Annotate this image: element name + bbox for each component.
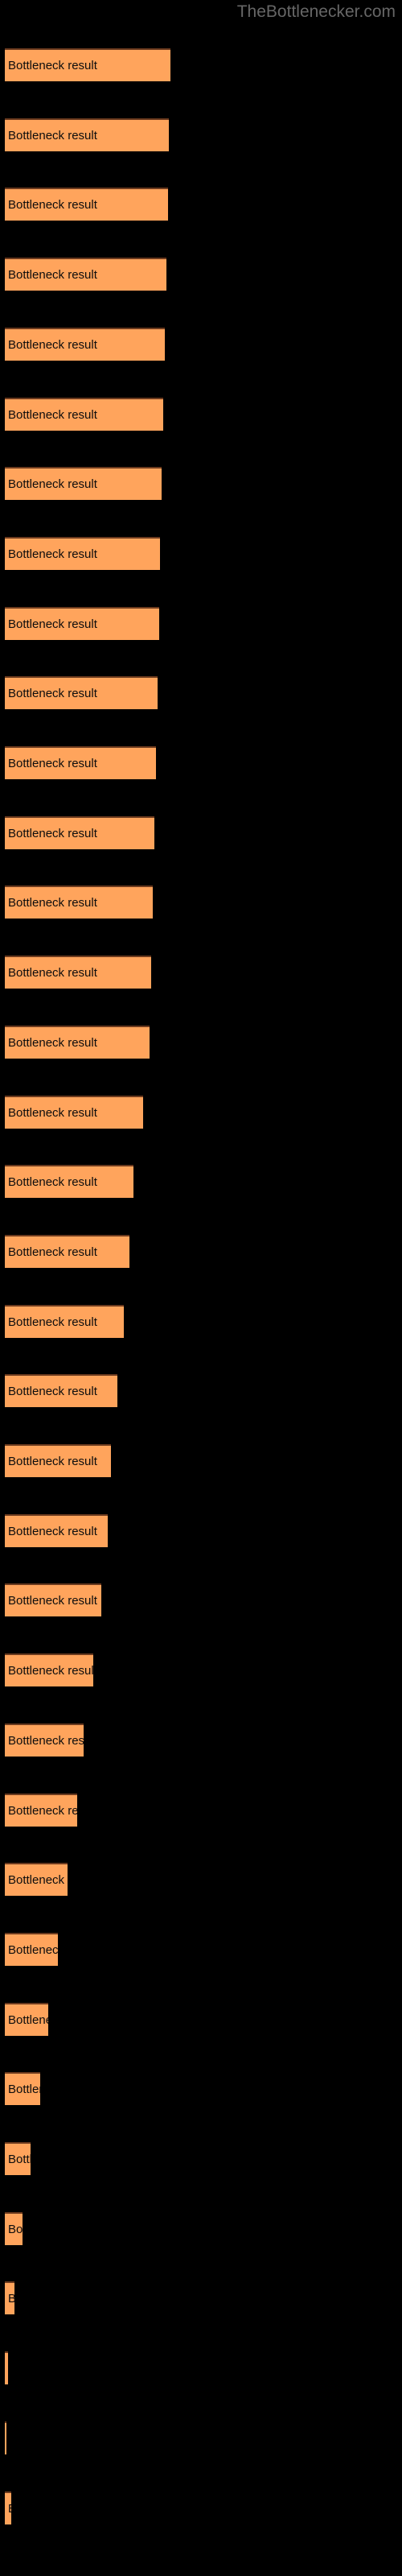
- bar-label: Bottleneck result: [8, 407, 97, 422]
- bar[interactable]: Bottleneck result: [5, 1444, 111, 1477]
- bar[interactable]: Bottleneck result: [5, 2421, 6, 2454]
- bar-label: Bottleneck result: [8, 547, 97, 561]
- bar-label: Bottleneck result: [8, 1175, 97, 1190]
- bar[interactable]: Bottleneck result: [5, 1234, 129, 1268]
- bar[interactable]: Bottleneck result: [5, 676, 158, 710]
- bar[interactable]: Bottleneck result: [5, 1653, 93, 1687]
- bar[interactable]: Bottleneck result: [5, 118, 169, 151]
- bar[interactable]: Bottleneck result: [5, 397, 163, 431]
- bar-label: Bottleneck result: [8, 1035, 97, 1050]
- bar[interactable]: Bottleneck result: [5, 467, 162, 501]
- bar-label: Bottleneck result: [8, 2013, 48, 2027]
- bar-label: Bottleneck result: [8, 1245, 97, 1259]
- bar-label: Bottleneck result: [8, 128, 97, 142]
- bar[interactable]: Bottleneck result: [5, 1583, 101, 1617]
- bar[interactable]: Bottleneck result: [5, 1723, 84, 1757]
- bar[interactable]: Bottleneck result: [5, 1863, 68, 1897]
- bar[interactable]: Bottleneck result: [5, 886, 153, 919]
- bar[interactable]: Bottleneck result: [5, 1793, 77, 1827]
- bar[interactable]: Bottleneck result: [5, 1304, 124, 1338]
- bar[interactable]: Bottleneck result: [5, 1095, 143, 1129]
- bar-label: Bottleneck result: [8, 337, 97, 352]
- bar[interactable]: Bottleneck result: [5, 1374, 117, 1408]
- bar[interactable]: Bottleneck result: [5, 815, 154, 849]
- bar-label: Bottleneck result: [8, 198, 97, 213]
- bar[interactable]: Bottleneck result: [5, 956, 151, 989]
- bar-label: Bottleneck result: [8, 896, 97, 910]
- bar-label: Bottleneck result: [8, 1594, 97, 1608]
- bar[interactable]: Bottleneck result: [5, 1513, 108, 1547]
- bar[interactable]: Bottleneck result: [5, 2211, 23, 2245]
- bar-label: Bottleneck result: [8, 477, 97, 492]
- bar-label: Bottleneck result: [8, 1733, 84, 1748]
- bar-label: Bottleneck result: [8, 1105, 97, 1120]
- bar-label: Bottleneck result: [8, 757, 97, 770]
- bar[interactable]: Bottleneck result: [5, 2281, 14, 2315]
- bar[interactable]: Bottleneck result: [5, 1165, 133, 1199]
- bar-label: Bottleneck result: [8, 1524, 97, 1538]
- bar[interactable]: Bottleneck result: [5, 606, 159, 640]
- bar-label: Bottleneck result: [8, 1385, 97, 1399]
- bar[interactable]: Bottleneck result: [5, 746, 156, 779]
- bar-label: Bottleneck result: [8, 1803, 77, 1818]
- bar[interactable]: Bottleneck result: [5, 2351, 8, 2385]
- bar-label: Bottleneck result: [8, 1664, 93, 1678]
- bar[interactable]: Bottleneck result: [5, 1932, 58, 1966]
- bar[interactable]: Bottleneck result: [5, 2002, 48, 2036]
- bar-label: Bottleneck result: [8, 2493, 11, 2524]
- bar[interactable]: Bottleneck result: [5, 48, 170, 81]
- bar-label: Bottleneck result: [8, 2283, 14, 2314]
- bar-label: Bottleneck result: [8, 268, 97, 283]
- bar[interactable]: Bottleneck result: [5, 327, 165, 361]
- bar[interactable]: Bottleneck result: [5, 258, 166, 291]
- bar[interactable]: Bottleneck result: [5, 2142, 31, 2175]
- bar-label: Bottleneck result: [8, 1315, 97, 1329]
- bar[interactable]: Bottleneck result: [5, 2491, 11, 2524]
- bar[interactable]: Bottleneck result: [5, 536, 160, 570]
- bar[interactable]: Bottleneck result: [5, 188, 168, 221]
- bar-label: Bottleneck result: [8, 2222, 23, 2236]
- bar-label: Bottleneck result: [8, 966, 97, 980]
- bar-label: Bottleneck result: [8, 2153, 31, 2166]
- bottleneck-bar-chart: Bottleneck result Bottleneck result Bottle…: [0, 0, 402, 2576]
- bar-label: Bottleneck result: [8, 2083, 40, 2097]
- bar-label: Bottleneck result: [8, 1873, 68, 1888]
- bar[interactable]: Bottleneck result: [5, 1025, 150, 1059]
- bar-label: Bottleneck result: [8, 617, 97, 631]
- bar-label: Bottleneck result: [8, 1942, 58, 1957]
- bar[interactable]: Bottleneck result: [5, 2072, 40, 2106]
- bar-label: Bottleneck result: [8, 687, 97, 701]
- bar-label: Bottleneck result: [8, 1455, 97, 1468]
- bar-label: Bottleneck result: [8, 59, 97, 72]
- bar-label: Bottleneck result: [8, 826, 97, 840]
